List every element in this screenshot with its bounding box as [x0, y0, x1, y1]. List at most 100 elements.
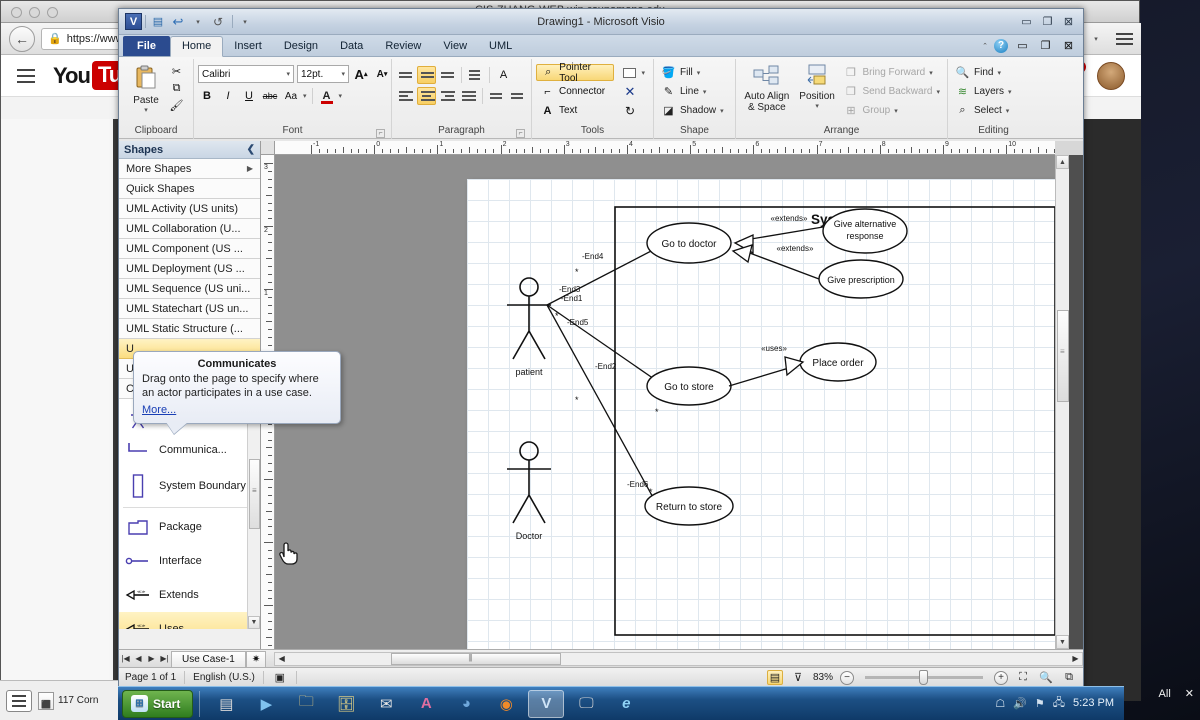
window-minimize-button[interactable]: ▭	[1014, 38, 1031, 53]
minimize-button[interactable]: ▭	[1018, 14, 1035, 29]
position-button[interactable]: Position ▾	[797, 62, 838, 110]
line-button[interactable]: ✎ Line ▾	[658, 83, 727, 100]
taskbar-item-ie[interactable]: e	[608, 690, 644, 718]
browser-menu-icon[interactable]	[1116, 32, 1133, 45]
chevron-down-icon[interactable]: ▾	[936, 88, 940, 96]
undo-button[interactable]: ↩	[169, 13, 187, 30]
change-case-button[interactable]: Aa	[282, 87, 300, 105]
shape-item-extends[interactable]: ≪≫ Extends	[119, 578, 260, 612]
text-direction-button[interactable]: A	[494, 66, 513, 84]
pointer-tool-button[interactable]: ⌕ Pointer Tool	[536, 62, 615, 84]
delete-tool-button[interactable]: ✕	[618, 83, 649, 100]
fill-button[interactable]: 🪣 Fill ▾	[658, 64, 727, 81]
help-button[interactable]: ?	[994, 38, 1008, 53]
chevron-down-icon[interactable]: ▾	[641, 69, 645, 77]
zoom-window-icon[interactable]: 🔍	[1038, 670, 1054, 685]
align-bottom-button[interactable]	[438, 66, 457, 84]
close-button[interactable]: ⊠	[1060, 14, 1077, 29]
undo-dropdown-icon[interactable]: ▾	[189, 13, 207, 30]
first-page-button[interactable]: |◀	[119, 652, 132, 666]
drawing-page[interactable]: System patient Doctor	[467, 179, 1055, 649]
position-dropdown-icon[interactable]: ▾	[815, 102, 819, 110]
rectangle-tool-button[interactable]: ▾	[618, 64, 649, 81]
tab-insert[interactable]: Insert	[223, 37, 273, 56]
tab-review[interactable]: Review	[374, 37, 432, 56]
font-family-select[interactable]: Calibri ▾	[198, 65, 294, 83]
taskbar-item-blender[interactable]: ◕	[448, 690, 484, 718]
scroll-down-button[interactable]: ▼	[248, 616, 260, 629]
scroll-right-button[interactable]: ▶	[1069, 652, 1082, 666]
taskbar-item-outlook[interactable]: ✉	[368, 690, 404, 718]
font-dialog-launcher[interactable]: ⌐	[376, 129, 385, 138]
chevron-down-icon[interactable]: ▾	[997, 69, 1001, 77]
shape-list-scrollbar[interactable]: ▲ ▼	[247, 399, 260, 629]
chevron-down-icon[interactable]: ▾	[1008, 88, 1012, 96]
strikethrough-button[interactable]: abc	[261, 87, 279, 105]
pdf-document-item[interactable]: ⬛ 117 Corn	[38, 691, 98, 710]
italic-button[interactable]: I	[219, 87, 237, 105]
format-painter-icon[interactable]: 🖌	[169, 98, 184, 113]
chevron-down-icon[interactable]: ▾	[697, 69, 701, 77]
font-size-select[interactable]: 12pt. ▾	[297, 65, 349, 83]
tooltip-more-link[interactable]: More...	[142, 404, 176, 416]
close-all-label[interactable]: All	[1159, 688, 1171, 700]
connector-tool-button[interactable]: ⌐ Connector	[536, 83, 614, 100]
auto-align-space-button[interactable]: Auto Align & Space	[740, 62, 794, 113]
tab-file[interactable]: File	[123, 36, 170, 56]
taskbar-item-remote[interactable]: 🖵	[568, 690, 604, 718]
chevron-down-icon[interactable]: ▾	[720, 107, 724, 115]
scrollbar-thumb[interactable]	[391, 652, 562, 665]
menu-icon[interactable]	[6, 689, 32, 712]
font-color-dropdown-icon[interactable]: ▾	[339, 92, 343, 100]
zoom-slider[interactable]	[865, 670, 983, 685]
canvas-vertical-scrollbar[interactable]: ▲ ▼	[1055, 155, 1069, 649]
next-page-button[interactable]: ▶	[145, 652, 158, 666]
chevron-down-icon[interactable]: ▾	[929, 69, 933, 77]
tab-view[interactable]: View	[432, 37, 478, 56]
select-button[interactable]: ⌕ Select ▾	[952, 102, 1015, 119]
horizontal-ruler[interactable]: -101234567891011	[275, 141, 1055, 155]
find-button[interactable]: 🔍 Find ▾	[952, 64, 1015, 81]
taskbar-item-explorer[interactable]: ▤	[208, 690, 244, 718]
grow-font-button[interactable]: A ▴	[352, 65, 370, 83]
stencil-more-shapes[interactable]: More Shapes ▶	[119, 159, 260, 179]
layers-button[interactable]: ≋ Layers ▾	[952, 83, 1015, 100]
scroll-up-button[interactable]: ▲	[1056, 155, 1069, 169]
canvas-horizontal-scrollbar[interactable]: ◀ ▶	[274, 651, 1083, 666]
paste-dropdown-icon[interactable]: ▾	[144, 106, 148, 114]
person-icon[interactable]: ☖	[995, 697, 1005, 710]
switch-windows-icon[interactable]: ⧉	[1061, 670, 1077, 685]
page-tab-use-case-1[interactable]: Use Case-1	[171, 650, 246, 668]
full-screen-icon[interactable]: ▤	[766, 670, 783, 685]
bold-button[interactable]: B	[198, 87, 216, 105]
youtube-guide-icon[interactable]	[17, 68, 35, 83]
chevron-down-icon[interactable]: ▾	[1006, 107, 1010, 115]
macros-icon[interactable]: ▣	[272, 670, 288, 685]
align-left-button[interactable]	[396, 87, 415, 105]
taskbar-item-folder[interactable]: 🗀	[288, 690, 324, 718]
redo-button[interactable]: ↺	[209, 13, 227, 30]
shape-item-system-boundary[interactable]: System Boundary	[119, 467, 260, 505]
paragraph-dialog-launcher[interactable]: ⌐	[516, 129, 525, 138]
tab-data[interactable]: Data	[329, 37, 374, 56]
align-middle-button[interactable]	[417, 66, 436, 84]
stencil-quick-shapes[interactable]: Quick Shapes	[119, 179, 260, 199]
bring-forward-button[interactable]: ❐ Bring Forward ▾	[840, 64, 943, 81]
shape-item-communicates[interactable]: Communica...	[119, 433, 260, 467]
last-page-button[interactable]: ▶|	[158, 652, 171, 666]
avatar[interactable]	[1097, 61, 1125, 90]
align-center-button[interactable]	[417, 87, 436, 105]
start-button[interactable]: ⊞ Start	[122, 689, 194, 718]
increase-indent-button[interactable]	[508, 87, 527, 105]
rotate-tool-button[interactable]: ↻	[618, 102, 649, 119]
scrollbar-thumb[interactable]	[249, 459, 260, 529]
flag-icon[interactable]: ⚑	[1035, 697, 1045, 710]
underline-button[interactable]: U	[240, 87, 258, 105]
align-top-button[interactable]	[396, 66, 415, 84]
speaker-icon[interactable]: 🔊	[1013, 697, 1027, 710]
use-case-diagram[interactable]: System patient Doctor	[467, 179, 1055, 649]
send-backward-button[interactable]: ❐ Send Backward ▾	[840, 83, 943, 100]
tab-uml[interactable]: UML	[478, 37, 523, 56]
stencil-uml-activity[interactable]: UML Activity (US units)	[119, 199, 260, 219]
minimize-ribbon-button[interactable]: ⌃	[982, 42, 988, 50]
